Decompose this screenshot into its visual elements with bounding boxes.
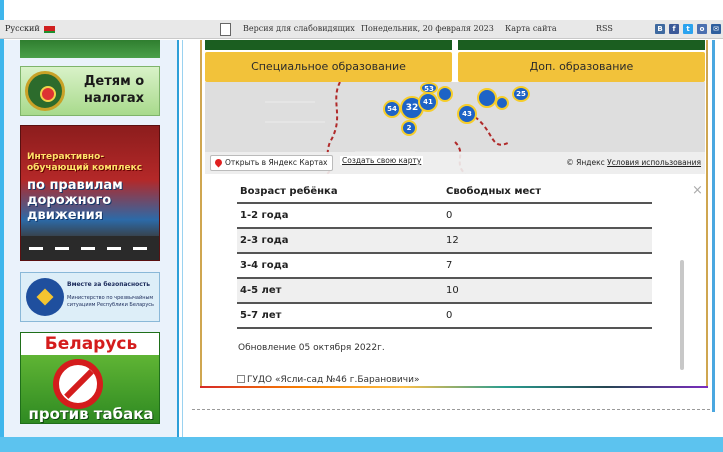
rss-link[interactable]: RSS bbox=[596, 24, 613, 33]
banner-pdd-subtitle: Интерактивно-обучающий комплекс bbox=[27, 152, 143, 173]
cell-age: 5-7 лет bbox=[240, 310, 282, 321]
page-frame-bottom bbox=[0, 437, 723, 452]
banner-pdd-title: по правилам дорожного движения bbox=[27, 178, 123, 223]
banner-traffic-rules[interactable]: Интерактивно-обучающий комплекс по прави… bbox=[20, 125, 160, 261]
table-row: 5-7 лет 0 bbox=[237, 304, 652, 329]
language-switcher[interactable]: Русский bbox=[5, 24, 40, 33]
cell-free: 12 bbox=[446, 235, 459, 246]
map-cluster-marker[interactable] bbox=[437, 86, 453, 102]
map-cluster-marker[interactable]: 2 bbox=[401, 120, 417, 136]
banner-tobacco-subtitle: против табака bbox=[28, 405, 154, 423]
map-cluster-marker[interactable]: 54 bbox=[383, 100, 401, 118]
sidebar-divider bbox=[182, 40, 183, 437]
document-icon[interactable] bbox=[220, 23, 231, 36]
open-in-yandex-button[interactable]: Открыть в Яндекс Картах bbox=[210, 155, 333, 171]
table-header: Возраст ребёнка Свободных мест bbox=[237, 180, 652, 204]
banner-against-tobacco[interactable]: Беларусь против табака bbox=[20, 332, 160, 424]
table-row: 4-5 лет 10 bbox=[237, 279, 652, 304]
nav-button-dark-left[interactable] bbox=[205, 40, 452, 50]
odnoklassniki-icon[interactable]: o bbox=[697, 24, 707, 34]
terms-link[interactable]: Условия использования bbox=[607, 158, 701, 167]
create-map-link[interactable]: Создать свою карту bbox=[340, 156, 424, 165]
cell-age: 4-5 лет bbox=[240, 285, 282, 296]
sitemap-link[interactable]: Карта сайта bbox=[505, 24, 557, 33]
twitter-icon[interactable]: t bbox=[683, 24, 693, 34]
top-bar: Русский Версия для слабовидящих Понедель… bbox=[0, 20, 723, 39]
cell-age: 1-2 года bbox=[240, 210, 289, 221]
no-smoking-icon bbox=[53, 359, 103, 409]
cell-age: 2-3 года bbox=[240, 235, 289, 246]
mail-icon[interactable]: ✉ bbox=[711, 24, 721, 34]
banner-tax-label: Детям о налогах bbox=[83, 74, 145, 106]
header-age: Возраст ребёнка bbox=[240, 186, 338, 197]
top-buttons-row bbox=[205, 40, 705, 50]
current-date: Понедельник, 20 февраля 2023 bbox=[361, 24, 494, 33]
vk-icon[interactable]: B bbox=[655, 24, 665, 34]
cell-free: 0 bbox=[446, 210, 453, 221]
banner-safety-title: Вместе за безопасность bbox=[67, 281, 151, 288]
cell-free: 10 bbox=[446, 285, 459, 296]
update-date: Обновление 05 октября 2022г. bbox=[238, 343, 385, 353]
modal-bottom-border bbox=[200, 386, 708, 388]
map-cluster-marker[interactable]: 43 bbox=[457, 104, 477, 124]
table-row: 2-3 года 12 bbox=[237, 229, 652, 254]
map-cluster-marker[interactable]: 25 bbox=[512, 86, 530, 102]
map-cluster-marker[interactable]: 41 bbox=[418, 92, 438, 112]
cell-age: 3-4 года bbox=[240, 260, 289, 271]
map-cluster-marker[interactable] bbox=[495, 96, 509, 110]
map-pin-icon bbox=[213, 157, 224, 168]
tax-emblem-icon bbox=[25, 71, 65, 111]
special-education-button[interactable]: Специальное образование bbox=[205, 52, 452, 82]
banner-top-partial[interactable] bbox=[20, 40, 160, 58]
table-row: 1-2 года 0 bbox=[237, 204, 652, 229]
cell-free: 7 bbox=[446, 260, 453, 271]
close-icon[interactable]: × bbox=[692, 184, 703, 197]
map-copyright: © Яндекс Условия использования bbox=[566, 158, 701, 167]
main-right-border bbox=[712, 40, 715, 412]
broken-image-icon bbox=[237, 375, 245, 383]
map-cluster-marker[interactable] bbox=[477, 88, 497, 108]
mchs-emblem-icon bbox=[26, 278, 64, 316]
banner-safety-subtitle: Министерство по чрезвычайным ситуациям Р… bbox=[67, 295, 155, 308]
additional-education-button[interactable]: Доп. образование bbox=[458, 52, 705, 82]
low-vision-link[interactable]: Версия для слабовидящих bbox=[243, 24, 355, 33]
table-row: 3-4 года 7 bbox=[237, 254, 652, 279]
banner-children-taxes[interactable]: Детям о налогах bbox=[20, 66, 160, 116]
belarus-flag-icon[interactable] bbox=[44, 26, 55, 33]
map-footer-bar: Открыть в Яндекс Картах Создать свою кар… bbox=[205, 152, 705, 174]
modal-scrollbar[interactable] bbox=[680, 260, 684, 370]
dashed-divider bbox=[192, 409, 710, 410]
banner-tobacco-title: Беларусь bbox=[21, 333, 159, 355]
facebook-icon[interactable]: f bbox=[669, 24, 679, 34]
header-free-places: Свободных мест bbox=[446, 186, 542, 197]
cell-free: 0 bbox=[446, 310, 453, 321]
banner-safety-together[interactable]: Вместе за безопасность Министерство по ч… bbox=[20, 272, 160, 322]
nav-button-dark-right[interactable] bbox=[458, 40, 705, 50]
kindergarten-image: ГУДО «Ясли-сад №46 г.Барановичи» bbox=[237, 375, 442, 385]
